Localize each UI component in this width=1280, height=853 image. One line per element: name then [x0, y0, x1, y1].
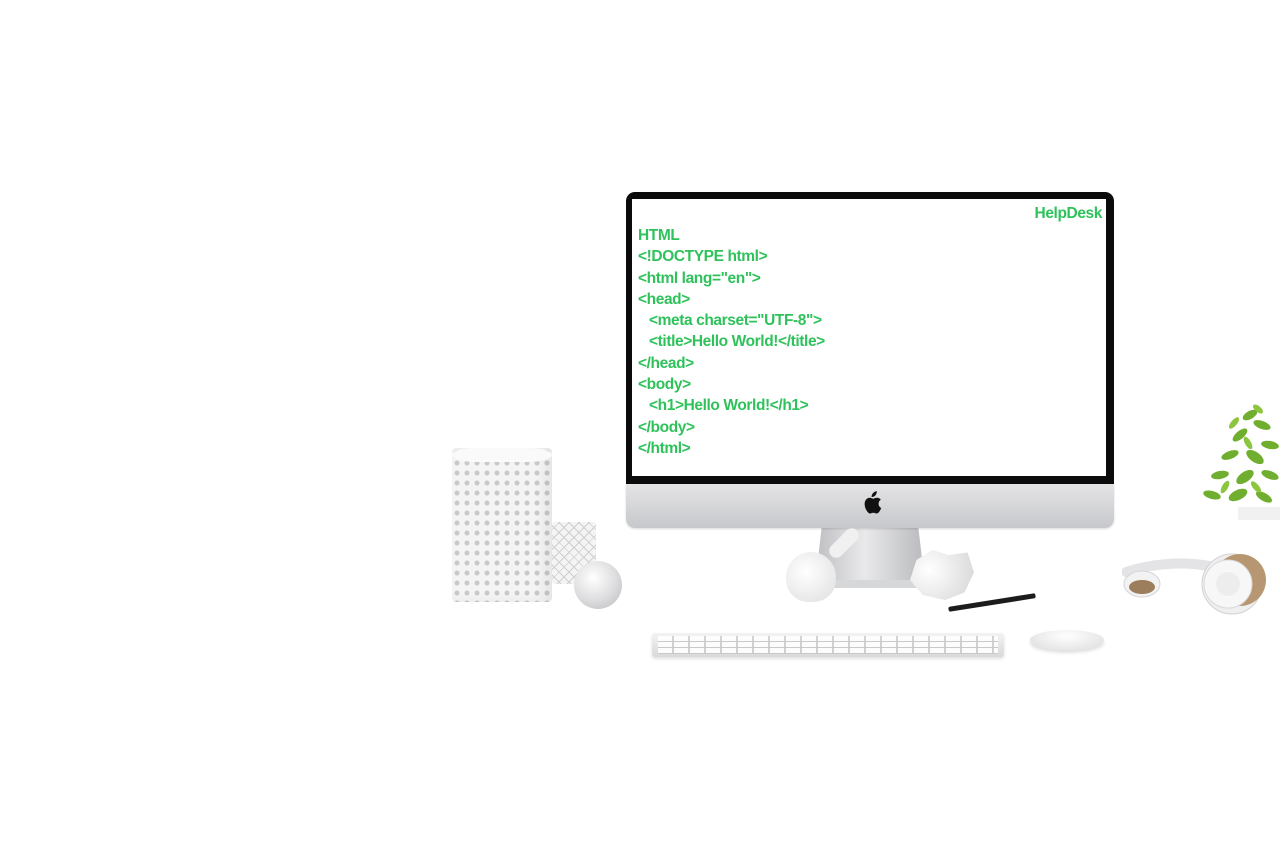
code-line: <meta charset="UTF-8"> [649, 312, 822, 330]
ceramic-bird [786, 552, 836, 602]
code-listing: HTML <!DOCTYPE html> <html lang="en"> <head… [638, 225, 825, 459]
code-line: <html lang="en"> [638, 269, 761, 287]
code-line: HTML [638, 227, 680, 244]
potted-plant [1200, 395, 1280, 520]
pencil [948, 593, 1036, 612]
code-line: <h1>Hello World!</h1> [649, 397, 809, 415]
code-line: <body> [638, 376, 691, 394]
code-line: </html> [638, 439, 691, 457]
apple-logo-icon [862, 490, 882, 516]
helpdesk-brand-label: HelpDesk [1034, 205, 1103, 222]
mouse [1030, 630, 1104, 650]
white-ornament-ball [574, 561, 622, 609]
code-line: </body> [638, 418, 695, 436]
white-lantern-large [452, 448, 552, 602]
code-line: <!DOCTYPE html> [638, 248, 768, 266]
desk-scene: HelpDesk HTML <!DOCTYPE html> <html lang="… [0, 0, 1280, 853]
keyboard-key-rows [658, 636, 998, 654]
white-lantern-large-rim [452, 448, 552, 462]
keyboard [652, 633, 1004, 657]
code-line: </head> [638, 354, 694, 372]
code-line: <title>Hello World!</title> [649, 333, 825, 351]
headphones [1121, 544, 1280, 618]
monitor-screen: HelpDesk HTML <!DOCTYPE html> <html lang="… [632, 199, 1106, 476]
code-line: <head> [638, 290, 690, 308]
